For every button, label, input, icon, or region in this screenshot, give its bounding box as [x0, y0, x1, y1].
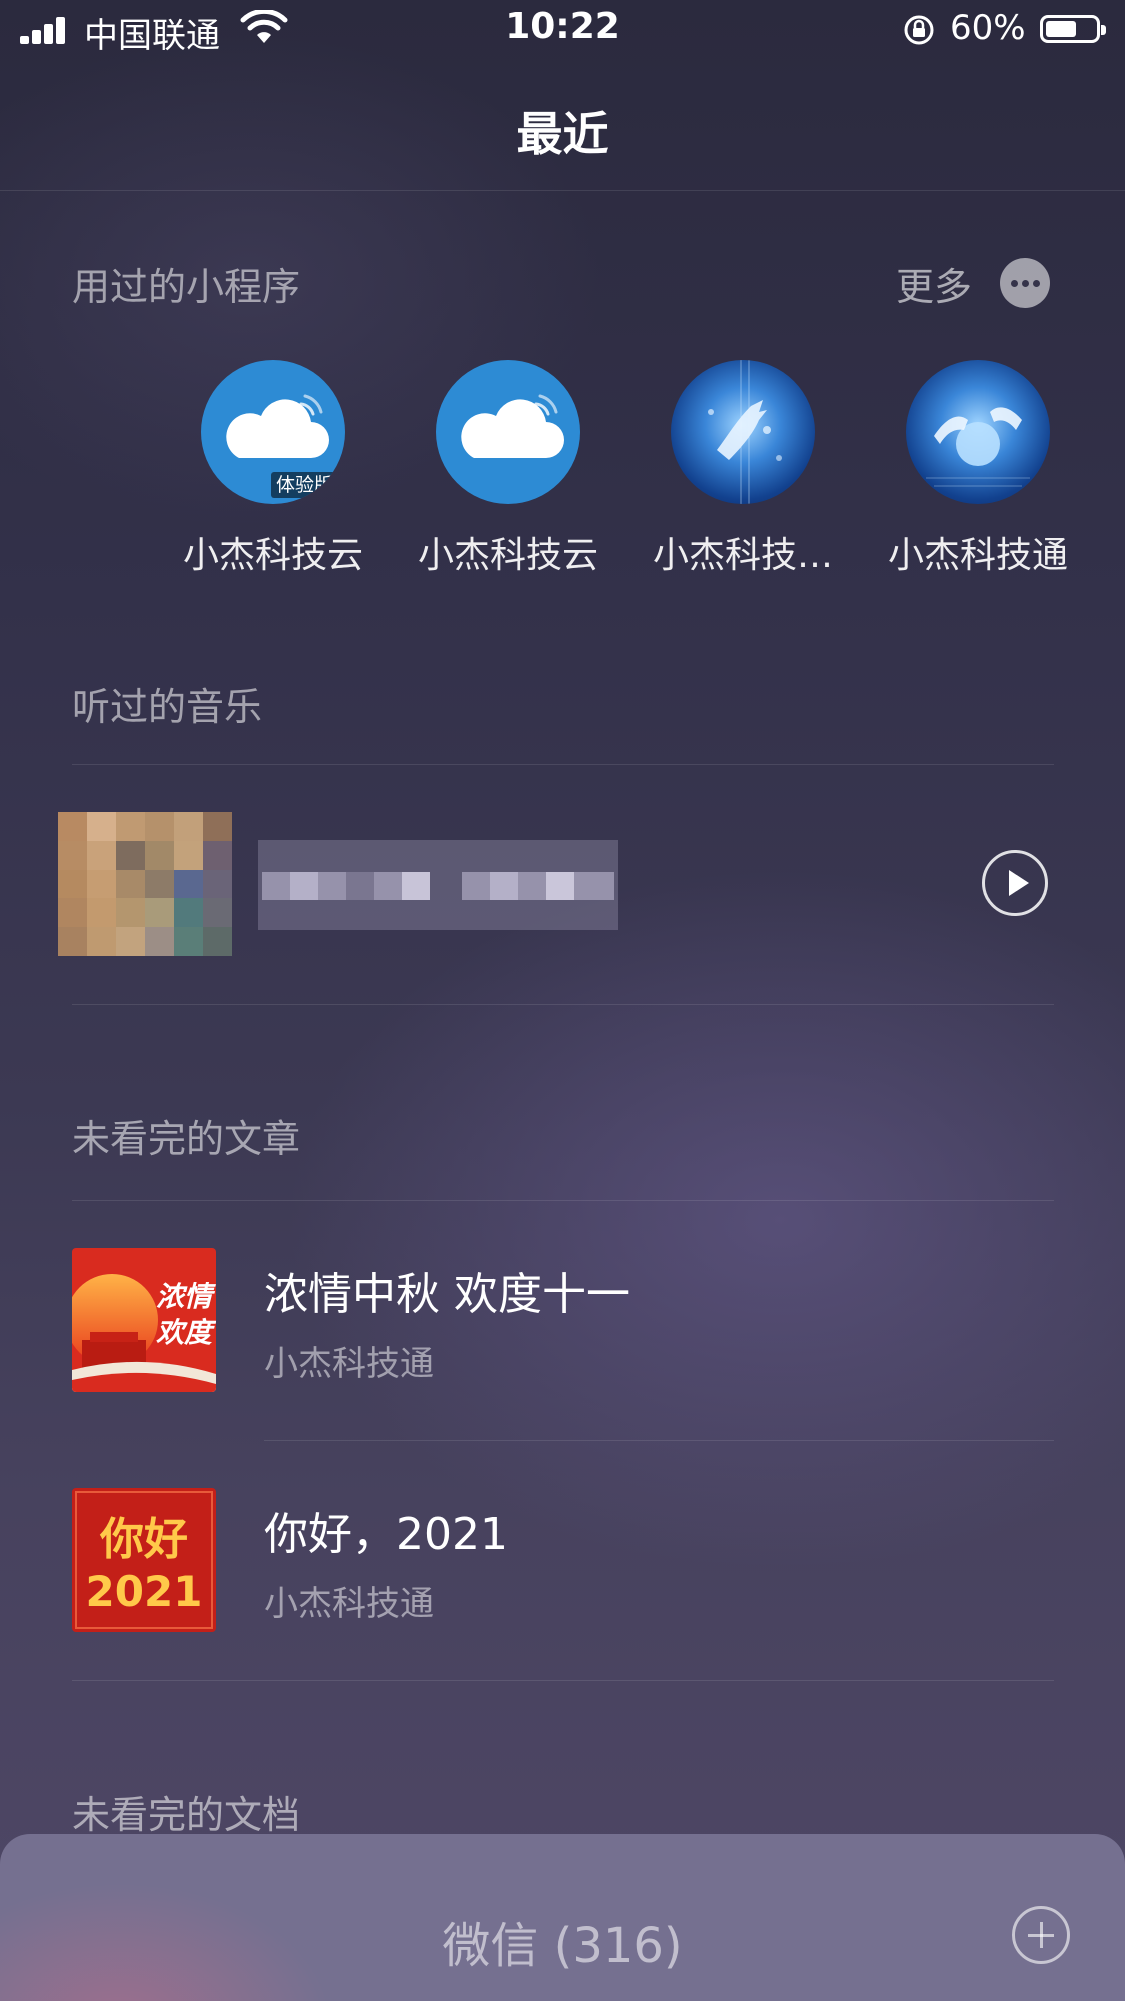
music-item[interactable] — [58, 812, 1054, 956]
mini-program-item[interactable]: 小杰科技… — [652, 360, 834, 578]
tech-hand-icon — [906, 360, 1050, 504]
cloud-icon: 体验版 — [201, 360, 345, 504]
divider — [72, 1680, 1054, 1681]
battery-icon — [1040, 15, 1106, 43]
mini-program-item[interactable]: 小杰科技云 — [417, 360, 599, 578]
divider — [0, 190, 1125, 191]
page-title: 最近 — [516, 107, 609, 161]
divider — [72, 1200, 1054, 1201]
article-item[interactable]: 浓情 欢度 浓情中秋 欢度十一 小杰科技通 — [72, 1248, 1054, 1392]
more-link[interactable]: 更多 — [896, 256, 972, 311]
documents-section-label: 未看完的文档 — [72, 1793, 301, 1837]
article-source: 小杰科技通 — [264, 1584, 434, 1624]
article-thumbnail: 你好 2021 — [72, 1488, 216, 1632]
tech-hand-icon — [671, 360, 815, 504]
mini-program-name: 小杰科技… — [652, 535, 833, 576]
battery-percentage: 60% — [950, 8, 1026, 48]
divider — [72, 764, 1054, 765]
svg-text:欢度: 欢度 — [156, 1316, 216, 1349]
more-icon[interactable] — [1000, 258, 1050, 308]
divider — [72, 1004, 1054, 1005]
play-button[interactable] — [982, 850, 1048, 916]
mini-program-name: 小杰科技通 — [887, 535, 1068, 576]
article-item[interactable]: 你好 2021 你好，2021 小杰科技通 — [72, 1488, 1054, 1632]
article-source: 小杰科技通 — [264, 1344, 434, 1384]
mini-program-item[interactable]: 小杰科技通 — [887, 360, 1069, 578]
article-thumbnail: 浓情 欢度 — [72, 1248, 216, 1392]
album-cover — [58, 812, 232, 956]
trial-version-badge: 体验版 — [271, 472, 339, 498]
song-title-redacted — [258, 840, 618, 930]
mini-program-name: 小杰科技云 — [417, 535, 598, 576]
svg-text:你好: 你好 — [99, 1514, 188, 1565]
wechat-chats-label[interactable]: 微信 (316) — [0, 1906, 1125, 1976]
article-title: 浓情中秋 欢度十一 — [264, 1269, 630, 1320]
plus-icon[interactable] — [1012, 1906, 1070, 1964]
cloud-icon — [436, 360, 580, 504]
svg-text:2021: 2021 — [86, 1567, 203, 1616]
orientation-lock-icon — [904, 15, 934, 45]
mini-program-item[interactable]: 体验版 小杰科技云 — [182, 360, 364, 578]
divider — [264, 1440, 1054, 1441]
music-section-label: 听过的音乐 — [72, 685, 263, 729]
mini-programs-section-label: 用过的小程序 — [72, 265, 301, 309]
thumbnail-text: 浓情 — [156, 1280, 216, 1313]
status-bar: 中国联通 10:22 60% — [0, 0, 1125, 62]
articles-section-label: 未看完的文章 — [72, 1117, 301, 1161]
article-title: 你好，2021 — [264, 1509, 508, 1560]
mini-program-name: 小杰科技云 — [182, 535, 363, 576]
